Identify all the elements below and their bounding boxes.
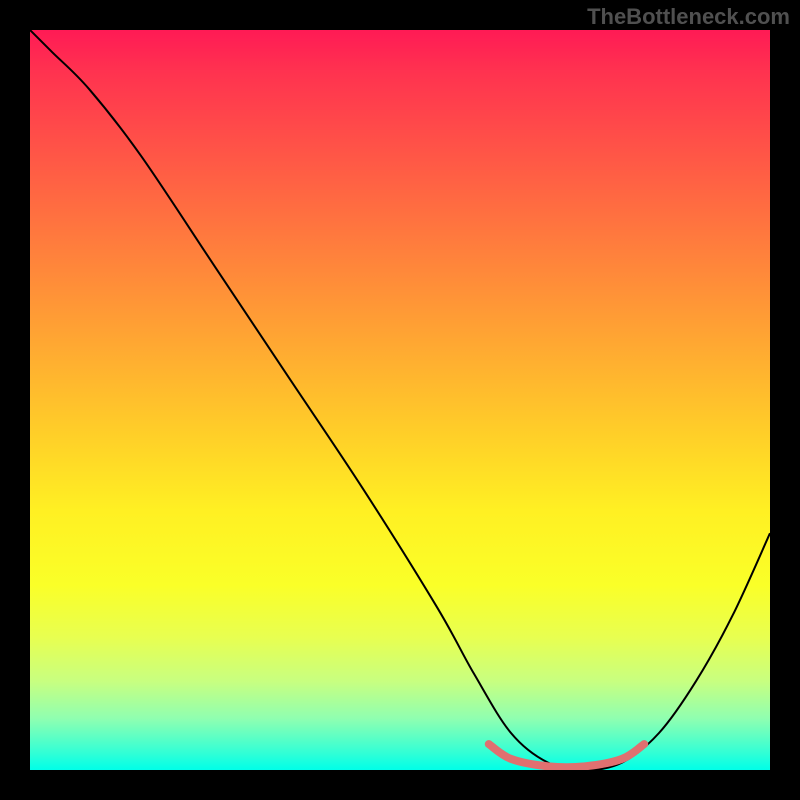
chart-background-gradient [30,30,770,770]
watermark-text: TheBottleneck.com [587,4,790,30]
